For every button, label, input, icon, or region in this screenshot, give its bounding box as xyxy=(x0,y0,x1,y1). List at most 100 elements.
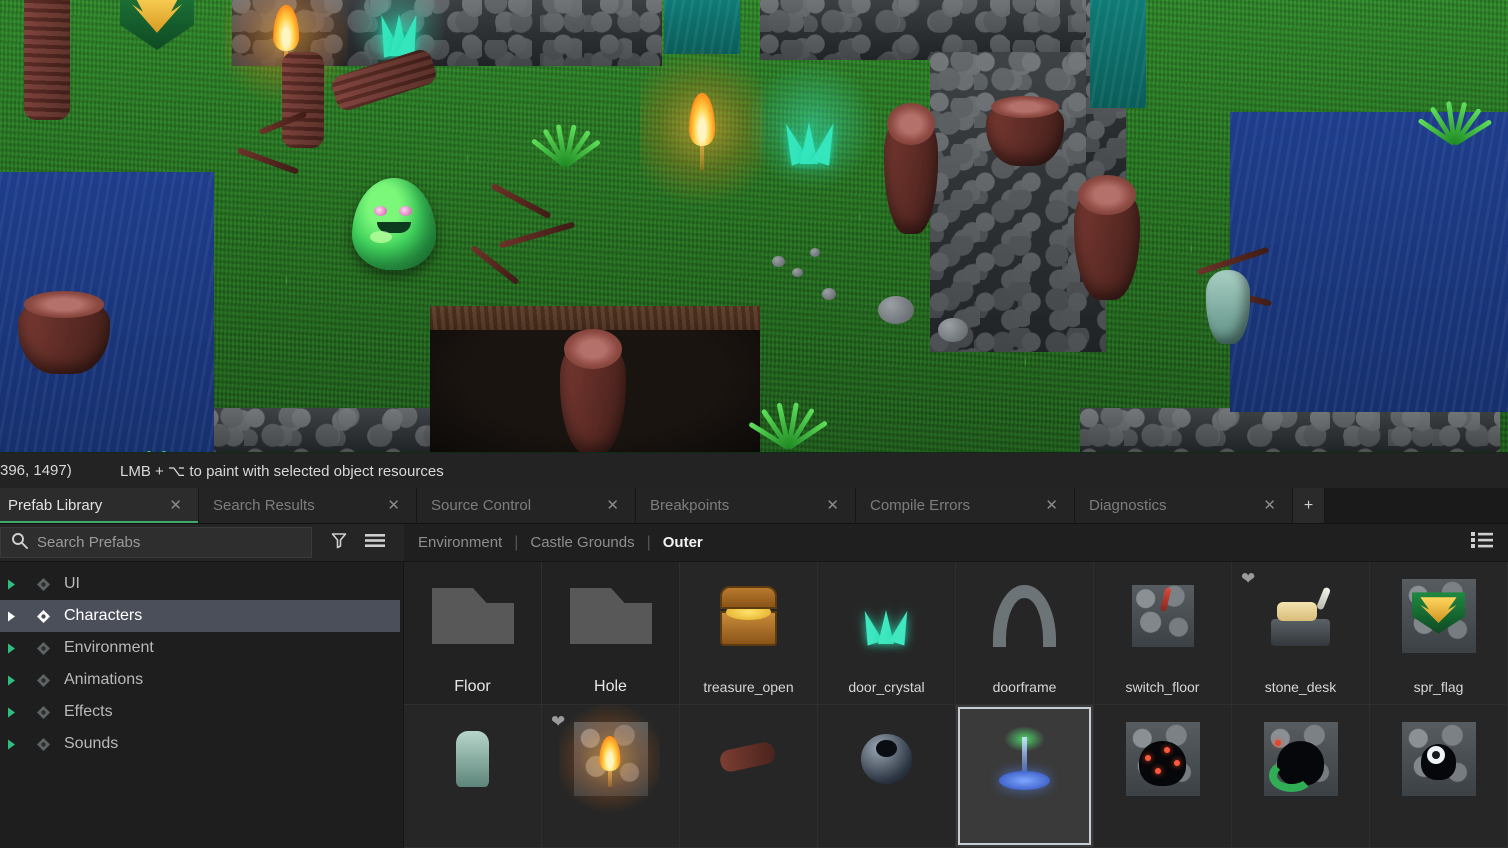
asset-thumbnail xyxy=(1370,562,1507,670)
tab-label: Source Control xyxy=(431,497,531,514)
fern-plant xyxy=(1410,58,1494,144)
asset-tile-orb[interactable] xyxy=(818,705,956,848)
stone-statue-art xyxy=(436,722,510,796)
tab-search-results[interactable]: Search Results ✕ xyxy=(199,488,417,523)
tab-prefab-library[interactable]: Prefab Library ✕ xyxy=(0,488,199,523)
crystal-cluster xyxy=(776,86,848,164)
asset-tile-log[interactable] xyxy=(680,705,818,848)
asset-tile-fountain[interactable] xyxy=(956,705,1094,848)
asset-tile-floor[interactable]: Floor xyxy=(404,562,542,705)
asset-thumbnail xyxy=(818,562,955,670)
asset-tile-vine-cave[interactable] xyxy=(1232,705,1370,848)
asset-tile-door-crystal[interactable]: door_crystal xyxy=(818,562,956,705)
chevron-right-icon[interactable] xyxy=(0,610,22,623)
panel-toolbar: Search Prefabs Environment xyxy=(0,524,1508,562)
torch-flame xyxy=(674,84,730,170)
asset-tile-statue[interactable] xyxy=(404,705,542,848)
asset-thumbnail xyxy=(1094,705,1231,813)
sidebar-item-label: Animations xyxy=(64,671,143,689)
asset-tile-switch-floor[interactable]: switch_floor xyxy=(1094,562,1232,705)
sidebar-item-ui[interactable]: UI xyxy=(0,568,403,600)
chevron-right-icon[interactable] xyxy=(0,578,22,591)
sidebar-item-label: Characters xyxy=(64,607,142,625)
fallen-log-art xyxy=(712,722,786,796)
flag-banner-art xyxy=(1402,579,1476,653)
asset-tile-ember-cave[interactable] xyxy=(1094,705,1232,848)
sidebar-item-animations[interactable]: Animations xyxy=(0,664,403,696)
diamond-node-icon xyxy=(32,705,54,720)
chevron-right-icon[interactable] xyxy=(0,642,22,655)
add-tab-button[interactable]: + xyxy=(1293,488,1325,523)
asset-tile-treasure-open[interactable]: treasure_open xyxy=(680,562,818,705)
toolbar-icon-group xyxy=(312,524,404,561)
asset-tile-hole[interactable]: Hole xyxy=(542,562,680,705)
status-bar: 396, 1497) LMB + ⌥ to paint with selecte… xyxy=(0,452,1508,488)
tab-compile-errors[interactable]: Compile Errors ✕ xyxy=(856,488,1075,523)
panel-tab-strip: Prefab Library ✕ Search Results ✕ Source… xyxy=(0,488,1508,524)
search-input[interactable]: Search Prefabs xyxy=(0,527,312,558)
asset-tile-doorframe[interactable]: doorframe xyxy=(956,562,1094,705)
prefab-category-tree: UI Characters xyxy=(0,562,404,848)
asset-label xyxy=(1232,813,1369,847)
close-icon[interactable]: ✕ xyxy=(1043,498,1060,513)
close-icon[interactable]: ✕ xyxy=(604,498,621,513)
dark-orb-art xyxy=(850,722,924,796)
close-icon[interactable]: ✕ xyxy=(385,498,402,513)
asset-label: Floor xyxy=(404,670,541,704)
fern-plant xyxy=(524,82,602,166)
asset-label: door_crystal xyxy=(818,670,955,704)
stone-wall-segment xyxy=(1080,408,1500,452)
breadcrumb-item-castle-grounds[interactable]: Castle Grounds xyxy=(518,534,646,551)
asset-grid-row: Floor Hole xyxy=(404,562,1508,705)
prefab-asset-grid[interactable]: Floor Hole xyxy=(404,562,1508,848)
tree-trunk xyxy=(24,0,70,120)
asset-tile-wall-torch[interactable]: ❤ xyxy=(542,705,680,848)
chevron-right-icon[interactable] xyxy=(0,738,22,751)
tree-stump xyxy=(884,110,938,234)
diamond-node-icon xyxy=(32,641,54,656)
tab-source-control[interactable]: Source Control ✕ xyxy=(417,488,636,523)
chevron-right-icon[interactable] xyxy=(0,674,22,687)
asset-thumbnail xyxy=(1094,562,1231,670)
small-rock xyxy=(792,268,803,277)
asset-label xyxy=(1094,813,1231,847)
asset-thumbnail xyxy=(1232,705,1369,813)
asset-thumbnail xyxy=(542,562,679,670)
asset-label xyxy=(1370,813,1507,847)
tab-label: Search Results xyxy=(213,497,315,514)
asset-thumbnail xyxy=(542,705,679,813)
close-icon[interactable]: ✕ xyxy=(1261,498,1278,513)
asset-thumbnail xyxy=(1370,705,1507,813)
asset-tile-stone-desk[interactable]: ❤ stone_desk xyxy=(1232,562,1370,705)
filter-funnel-icon[interactable] xyxy=(331,532,347,554)
asset-label: stone_desk xyxy=(1232,670,1369,704)
close-icon[interactable]: ✕ xyxy=(167,498,184,513)
asset-tile-eye-cave[interactable] xyxy=(1370,705,1508,848)
hamburger-menu-icon[interactable] xyxy=(365,533,385,553)
breadcrumb-item-outer[interactable]: Outer xyxy=(651,534,715,551)
small-rock xyxy=(822,288,836,300)
tab-breakpoints[interactable]: Breakpoints ✕ xyxy=(636,488,856,523)
view-toggle-button[interactable] xyxy=(1456,524,1508,561)
tab-label: Compile Errors xyxy=(870,497,970,514)
tab-diagnostics[interactable]: Diagnostics ✕ xyxy=(1075,488,1293,523)
close-icon[interactable]: ✕ xyxy=(824,498,841,513)
tab-label: Diagnostics xyxy=(1089,497,1167,514)
floor-switch-art xyxy=(1132,585,1194,647)
tree-stump xyxy=(18,296,110,374)
sidebar-item-characters[interactable]: Characters xyxy=(0,600,400,632)
folder-icon xyxy=(570,588,652,644)
sidebar-item-effects[interactable]: Effects xyxy=(0,696,403,728)
chevron-right-icon[interactable] xyxy=(0,706,22,719)
diamond-node-icon xyxy=(32,673,54,688)
breadcrumb-item-environment[interactable]: Environment xyxy=(418,534,514,551)
tab-strip-filler xyxy=(1325,488,1508,523)
status-hint-text: LMB + ⌥ to paint with selected object re… xyxy=(120,462,444,480)
doorframe-arch-art xyxy=(988,579,1062,653)
asset-label: doorframe xyxy=(956,670,1093,704)
sidebar-item-environment[interactable]: Environment xyxy=(0,632,403,664)
sidebar-item-sounds[interactable]: Sounds xyxy=(0,728,403,760)
asset-thumbnail xyxy=(1232,562,1369,670)
asset-tile-spr-flag[interactable]: spr_flag xyxy=(1370,562,1508,705)
game-viewport[interactable] xyxy=(0,0,1508,452)
